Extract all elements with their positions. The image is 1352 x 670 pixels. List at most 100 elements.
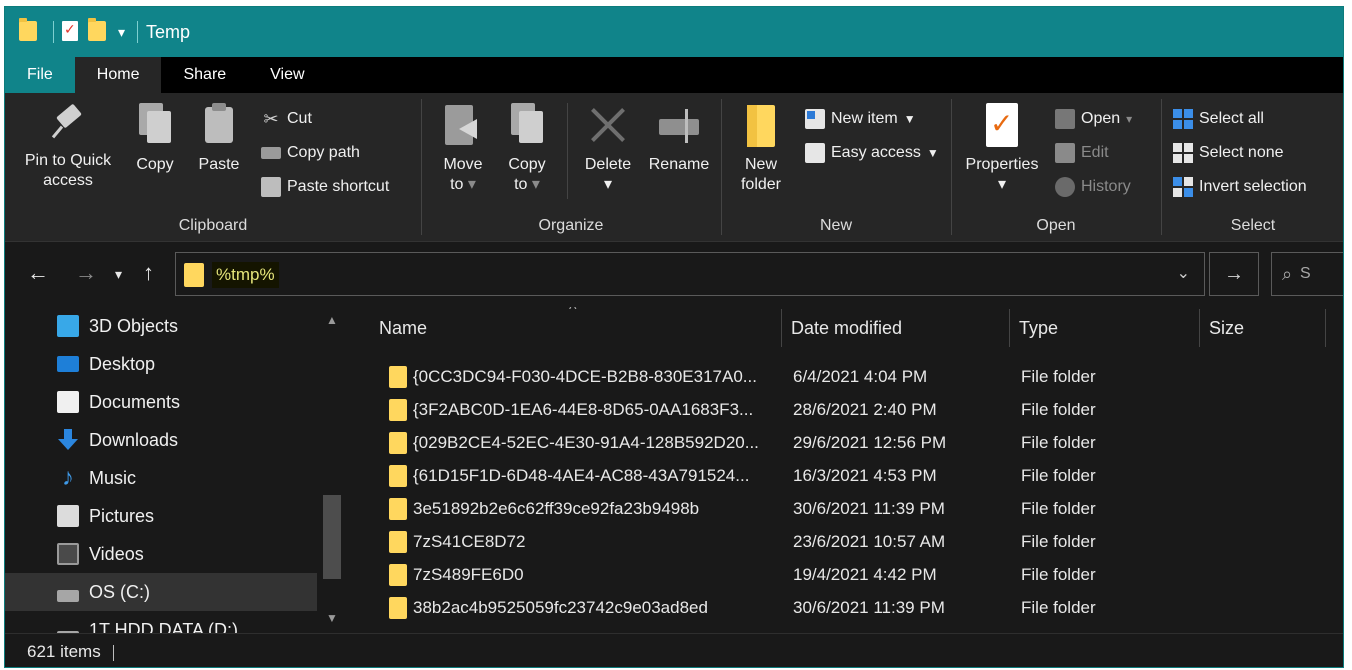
nav-item-videos[interactable]: Videos [5, 535, 317, 573]
column-header-size[interactable]: Size [1199, 307, 1325, 349]
copy-icon [135, 103, 175, 147]
nav-item-downloads[interactable]: Downloads [5, 421, 317, 459]
file-type: File folder [1021, 433, 1096, 452]
invert-selection-button[interactable]: Invert selection [1173, 173, 1307, 201]
file-name: 7zS489FE6D0 [413, 565, 524, 584]
scroll-down-icon[interactable]: ▼ [326, 611, 338, 625]
file-type: File folder [1021, 400, 1096, 419]
nav-item-label: 3D Objects [89, 315, 179, 336]
scrollbar-thumb[interactable] [323, 495, 341, 579]
paste-button[interactable]: Paste [191, 103, 247, 175]
title-bar: ▾ Temp [5, 7, 1343, 57]
paste-label: Paste [198, 156, 240, 173]
search-input[interactable]: ⌕ S [1271, 252, 1343, 296]
new-item-button[interactable]: New item ▼ [805, 105, 916, 133]
new-folder-quick-icon[interactable] [88, 18, 106, 43]
cut-label: Cut [287, 110, 312, 127]
select-all-button[interactable]: Select all [1173, 105, 1264, 133]
clipboard-group: Pin to Quick access Copy Paste ✂ Cut Cop… [5, 93, 421, 241]
nav-item-label: Desktop [89, 353, 156, 374]
open-label: Open [1081, 110, 1121, 127]
column-header-date-modified[interactable]: Date modified [781, 307, 1009, 349]
nav-item-data-d[interactable]: 1T HDD DATA (D:) [5, 611, 317, 633]
nav-item-documents[interactable]: Documents [5, 383, 317, 421]
customize-quick-access-icon[interactable]: ▾ [118, 24, 125, 41]
edit-label: Edit [1081, 144, 1109, 161]
folder-icon [389, 465, 407, 487]
table-row[interactable]: 7zS41CE8D72 23/6/2021 10:57 AM File fold… [345, 526, 1343, 559]
new-folder-button[interactable]: New folder [733, 103, 789, 195]
chevron-down-icon: ▾ [467, 176, 476, 193]
properties-button[interactable]: Properties ▾ [959, 103, 1045, 195]
nav-item-label: Documents [89, 391, 181, 412]
rename-button[interactable]: Rename [643, 103, 715, 175]
tab-share[interactable]: Share [161, 57, 248, 93]
pictures-icon [57, 505, 79, 527]
new-folder-icon [745, 103, 777, 147]
new-item-icon [805, 109, 825, 129]
select-none-icon [1173, 143, 1193, 163]
paste-shortcut-icon [261, 177, 281, 197]
table-row[interactable]: 3e51892b2e6c62ff39ce92fa23b9498b 30/6/20… [345, 493, 1343, 526]
table-row[interactable]: {0CC3DC94-F030-4DCE-B2B8-830E317A0... 6/… [345, 361, 1343, 394]
copy-path-button[interactable]: Copy path [261, 139, 360, 167]
address-bar[interactable]: %tmp% ⌄ [175, 252, 1205, 296]
invert-selection-icon [1173, 177, 1193, 197]
tab-home[interactable]: Home [74, 57, 162, 93]
history-button[interactable]: History [1055, 173, 1131, 201]
forward-arrow-icon[interactable]: → [75, 260, 97, 286]
scroll-up-icon[interactable]: ▲ [326, 313, 338, 327]
move-to-line2: to [450, 176, 464, 193]
recent-locations-chevron-icon[interactable]: ▾ [115, 266, 122, 283]
search-icon: ⌕ [1282, 264, 1293, 284]
paste-shortcut-label: Paste shortcut [287, 178, 390, 195]
edit-button[interactable]: Edit [1055, 139, 1109, 167]
tab-file[interactable]: File [5, 57, 75, 93]
column-header-name[interactable]: Name [369, 307, 779, 349]
move-to-button[interactable]: Move to ▾ [435, 103, 491, 195]
organize-group: Move to ▾ Copy to ▾ Delete ▾ Rename Orga… [421, 93, 721, 241]
tab-view[interactable]: View [248, 57, 326, 93]
nav-item-pictures[interactable]: Pictures [5, 497, 317, 535]
table-row[interactable]: 7zS489FE6D0 19/4/2021 4:42 PM File folde… [345, 559, 1343, 592]
properties-quick-icon[interactable] [62, 21, 80, 43]
back-arrow-icon[interactable]: ← [27, 260, 49, 286]
chevron-down-icon[interactable]: ⌄ [1177, 263, 1190, 283]
nav-item-3d-objects[interactable]: 3D Objects [5, 307, 317, 345]
cut-button[interactable]: ✂ Cut [261, 105, 312, 133]
rename-label: Rename [648, 156, 710, 173]
table-row[interactable]: {3F2ABC0D-1EA6-44E8-8D65-0AA1683F3... 28… [345, 394, 1343, 427]
paste-shortcut-button[interactable]: Paste shortcut [261, 173, 389, 201]
chevron-down-icon: ▾ [531, 176, 540, 193]
copy-button[interactable]: Copy [127, 103, 183, 175]
copy-to-button[interactable]: Copy to ▾ [499, 103, 555, 195]
nav-item-desktop[interactable]: Desktop [5, 345, 317, 383]
table-row[interactable]: {61D15F1D-6D48-4AE4-AC88-43A791524... 16… [345, 460, 1343, 493]
column-header-type[interactable]: Type [1009, 307, 1199, 349]
delete-button[interactable]: Delete ▾ [575, 103, 641, 195]
downloads-icon [57, 429, 79, 451]
nav-scrollbar[interactable]: ▲ ▼ [319, 307, 345, 633]
file-date: 16/3/2021 4:53 PM [793, 466, 937, 485]
edit-icon [1055, 143, 1075, 163]
pin-to-quick-access-button[interactable]: Pin to Quick access [15, 103, 121, 191]
select-none-button[interactable]: Select none [1173, 139, 1284, 167]
table-row[interactable]: {029B2CE4-52EC-4E30-91A4-128B592D20... 2… [345, 427, 1343, 460]
file-name: 3e51892b2e6c62ff39ce92fa23b9498b [413, 499, 700, 518]
address-input[interactable]: %tmp% [212, 262, 279, 288]
up-arrow-icon[interactable]: ↑ [143, 260, 154, 286]
nav-item-label: Videos [89, 543, 144, 564]
nav-item-music[interactable]: ♪ Music [5, 459, 317, 497]
select-group: Select all Select none Invert selection … [1161, 93, 1343, 241]
select-group-label: Select [1230, 217, 1276, 234]
address-row: ← → ▾ ↑ %tmp% ⌄ → ⌕ S [5, 241, 1343, 307]
table-row[interactable]: 38b2ac4b9525059fc23742c9e03ad8ed 30/6/20… [345, 592, 1343, 625]
go-arrow-button[interactable]: → [1209, 252, 1259, 296]
column-divider[interactable] [1325, 309, 1326, 347]
delete-label: Delete [584, 156, 632, 173]
file-date: 6/4/2021 4:04 PM [793, 367, 928, 386]
open-button[interactable]: Open ▾ [1055, 105, 1132, 133]
nav-item-os-c[interactable]: OS (C:) [5, 573, 317, 611]
pin-label-line1: Pin to Quick [24, 152, 112, 169]
easy-access-button[interactable]: Easy access ▼ [805, 139, 939, 167]
